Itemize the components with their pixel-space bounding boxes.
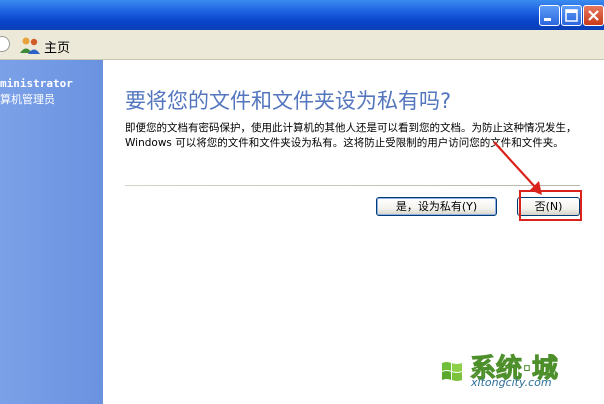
home-label[interactable]: 主页 [44, 37, 70, 56]
close-icon [588, 10, 599, 21]
user-role: 算机管理员 [0, 93, 55, 106]
window-title-bar[interactable] [0, 0, 604, 30]
maximize-button[interactable] [561, 5, 582, 26]
users-icon[interactable] [19, 35, 41, 55]
maximize-icon [565, 9, 578, 22]
page-title: 要将您的文件和文件夹设为私有吗? [125, 89, 452, 113]
back-arrow-icon[interactable] [0, 36, 10, 52]
minimize-button[interactable] [539, 5, 560, 26]
xitongcity-logo-watermark: 系统·城 [438, 353, 558, 391]
arrow-annotation-icon [493, 141, 542, 195]
toolbar: 主页 [0, 30, 604, 60]
user-name: ministrator [0, 77, 73, 90]
left-pane: ministrator 算机管理员 [0, 60, 103, 404]
watermark-url: xitongcity.com [471, 376, 552, 389]
close-button[interactable] [583, 5, 604, 26]
minimize-icon [544, 18, 551, 21]
make-private-button[interactable]: 是，设为私有(Y) [376, 197, 497, 216]
